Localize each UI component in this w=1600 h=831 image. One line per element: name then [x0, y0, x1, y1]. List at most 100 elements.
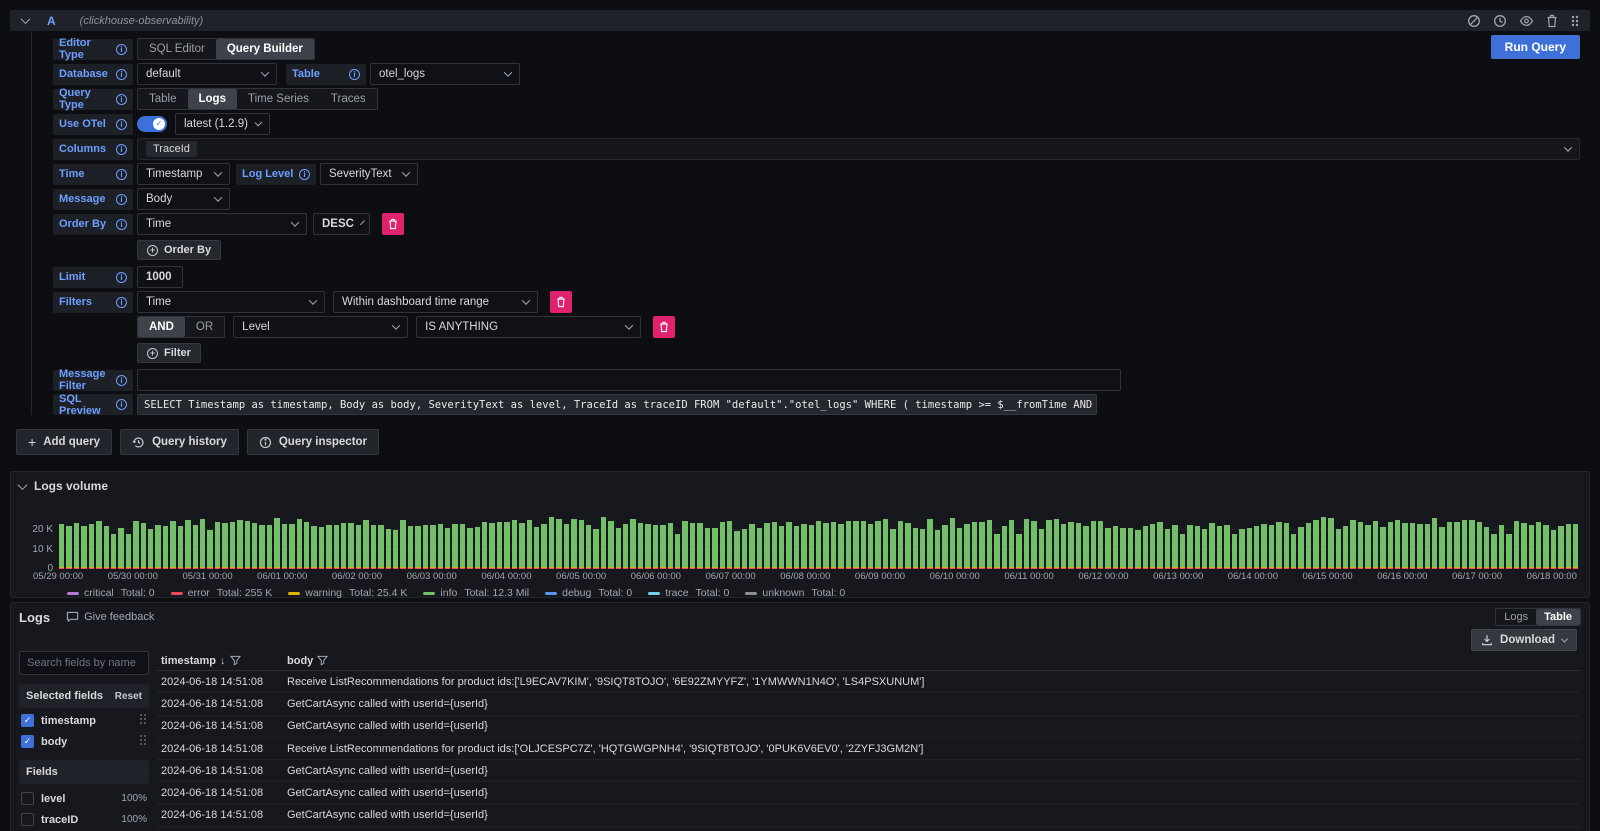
log-table-row[interactable]: 2024-06-18 14:51:08Receive ListRecommend…: [157, 827, 1581, 831]
database-select[interactable]: default: [137, 63, 277, 85]
x-axis-tick: 06/04 00:00: [481, 571, 531, 582]
x-axis-tick: 06/08 00:00: [780, 571, 830, 582]
log-level-column-select[interactable]: SeverityText: [320, 163, 418, 185]
volume-bar: [972, 522, 977, 569]
volume-bar: [1284, 523, 1289, 569]
log-body-cell: GetCartAsync called with userId={userId}: [285, 809, 1581, 821]
run-query-button[interactable]: Run Query: [1491, 35, 1580, 59]
query-type-table[interactable]: Table: [138, 89, 188, 109]
filter-time-field-select[interactable]: Time: [137, 291, 325, 313]
reset-fields-button[interactable]: Reset: [115, 691, 142, 702]
volume-bar: [742, 529, 747, 569]
volume-bar: [898, 521, 903, 569]
checkbox-checked-icon[interactable]: ✓: [21, 735, 34, 748]
view-toggle-logs[interactable]: Logs: [1496, 609, 1536, 625]
disable-query-icon[interactable]: [1467, 14, 1481, 28]
filter-operator-or[interactable]: OR: [185, 317, 224, 337]
volume-bar: [148, 529, 153, 569]
log-table-row[interactable]: 2024-06-18 14:51:08GetCartAsync called w…: [157, 693, 1581, 715]
volume-bar: [237, 520, 242, 569]
order-by-field-select[interactable]: Time: [137, 213, 307, 235]
legend-series-label[interactable]: warning: [305, 587, 342, 599]
drag-handle-icon[interactable]: [139, 713, 147, 728]
message-filter-input[interactable]: [137, 369, 1121, 391]
download-button[interactable]: Download: [1471, 629, 1577, 651]
log-table-row[interactable]: 2024-06-18 14:51:08GetCartAsync called w…: [157, 716, 1581, 738]
remove-order-by-button[interactable]: [382, 213, 404, 235]
filter-time-value-select[interactable]: Within dashboard time range: [333, 291, 538, 313]
give-feedback-link[interactable]: Give feedback: [66, 611, 154, 623]
log-table-row[interactable]: 2024-06-18 14:51:08Receive ListRecommend…: [157, 671, 1581, 693]
add-filter-button[interactable]: Filter: [137, 343, 201, 363]
checkbox-unchecked-icon[interactable]: [21, 813, 34, 826]
selected-field-timestamp[interactable]: ✓timestamp: [21, 712, 147, 729]
log-table-row[interactable]: 2024-06-18 14:51:08GetCartAsync called w…: [157, 760, 1581, 782]
filter-funnel-icon[interactable]: [317, 655, 328, 666]
volume-bar: [712, 528, 717, 569]
log-table-row[interactable]: 2024-06-18 14:51:08GetCartAsync called w…: [157, 805, 1581, 827]
editor-type-label: Editor Type: [53, 39, 133, 60]
volume-bar: [363, 520, 368, 569]
log-table-row[interactable]: 2024-06-18 14:51:08Receive ListRecommend…: [157, 738, 1581, 760]
filter-level-op-select[interactable]: IS ANYTHING: [416, 316, 641, 338]
columns-tag-traceid[interactable]: TraceId: [146, 141, 197, 157]
log-table-row[interactable]: 2024-06-18 14:51:08GetCartAsync called w…: [157, 782, 1581, 804]
chevron-down-icon: [1561, 635, 1568, 642]
remove-time-filter-button[interactable]: [550, 291, 572, 313]
collapse-query-chevron-icon[interactable]: [21, 14, 31, 24]
editor-type-query-builder[interactable]: Query Builder: [216, 39, 314, 59]
query-inspector-button[interactable]: Query inspector: [247, 429, 379, 455]
hide-response-eye-icon[interactable]: [1519, 14, 1534, 28]
legend-series-label[interactable]: error: [188, 587, 210, 599]
view-toggle-table[interactable]: Table: [1536, 609, 1580, 625]
query-header-actions: [1467, 14, 1580, 28]
volume-bar: [1350, 520, 1355, 569]
legend-series-label[interactable]: info: [440, 587, 457, 599]
sort-desc-icon[interactable]: ↓: [220, 655, 226, 667]
legend-series-label[interactable]: critical: [84, 587, 114, 599]
drag-handle-icon[interactable]: [1570, 14, 1580, 28]
legend-series-label[interactable]: trace: [665, 587, 688, 599]
query-type-time-series[interactable]: Time Series: [237, 89, 320, 109]
table-select[interactable]: otel_logs: [370, 63, 520, 85]
volume-bar: [734, 531, 739, 569]
volume-bar: [1209, 523, 1214, 569]
add-query-button[interactable]: + Add query: [16, 429, 112, 455]
query-history-icon[interactable]: [1493, 14, 1507, 28]
add-order-by-button[interactable]: Order By: [137, 240, 221, 260]
filter-funnel-icon[interactable]: [230, 655, 241, 666]
legend-item-warning: warningTotal: 25.4 K: [288, 587, 407, 599]
delete-query-icon[interactable]: [1546, 14, 1558, 28]
query-type-logs[interactable]: Logs: [188, 89, 237, 109]
limit-input[interactable]: [137, 266, 183, 288]
selected-field-body[interactable]: ✓body: [21, 733, 147, 750]
volume-bar: [356, 525, 361, 569]
search-fields-input[interactable]: [19, 651, 149, 675]
editor-type-sql-editor[interactable]: SQL Editor: [138, 39, 216, 59]
available-field-level[interactable]: level100%: [21, 790, 147, 807]
timestamp-column-header[interactable]: timestamp: [161, 655, 216, 667]
drag-handle-icon[interactable]: [139, 734, 147, 749]
otel-version-select[interactable]: latest (1.2.9): [175, 113, 270, 135]
legend-series-label[interactable]: debug: [562, 587, 591, 599]
volume-bar: [1269, 525, 1274, 569]
volume-bar: [178, 526, 183, 569]
checkbox-unchecked-icon[interactable]: [21, 792, 34, 805]
time-column-select[interactable]: Timestamp: [137, 163, 230, 185]
table-label: Table: [286, 64, 366, 85]
message-column-select[interactable]: Body: [137, 188, 230, 210]
query-history-button[interactable]: Query history: [120, 429, 239, 455]
checkbox-checked-icon[interactable]: ✓: [21, 714, 34, 727]
available-field-traceID[interactable]: traceID100%: [21, 811, 147, 828]
volume-bar: [1105, 528, 1110, 569]
query-type-traces[interactable]: Traces: [320, 89, 377, 109]
filter-level-field-select[interactable]: Level: [233, 316, 408, 338]
legend-series-label[interactable]: unknown: [762, 587, 804, 599]
use-otel-toggle[interactable]: ✓: [137, 116, 167, 132]
collapse-volume-chevron-icon[interactable]: [18, 480, 28, 490]
columns-multiselect[interactable]: TraceId: [137, 138, 1580, 160]
remove-level-filter-button[interactable]: [653, 316, 675, 338]
body-column-header[interactable]: body: [287, 655, 313, 667]
order-by-direction-select[interactable]: DESC: [313, 213, 370, 235]
filter-operator-and[interactable]: AND: [138, 317, 185, 337]
